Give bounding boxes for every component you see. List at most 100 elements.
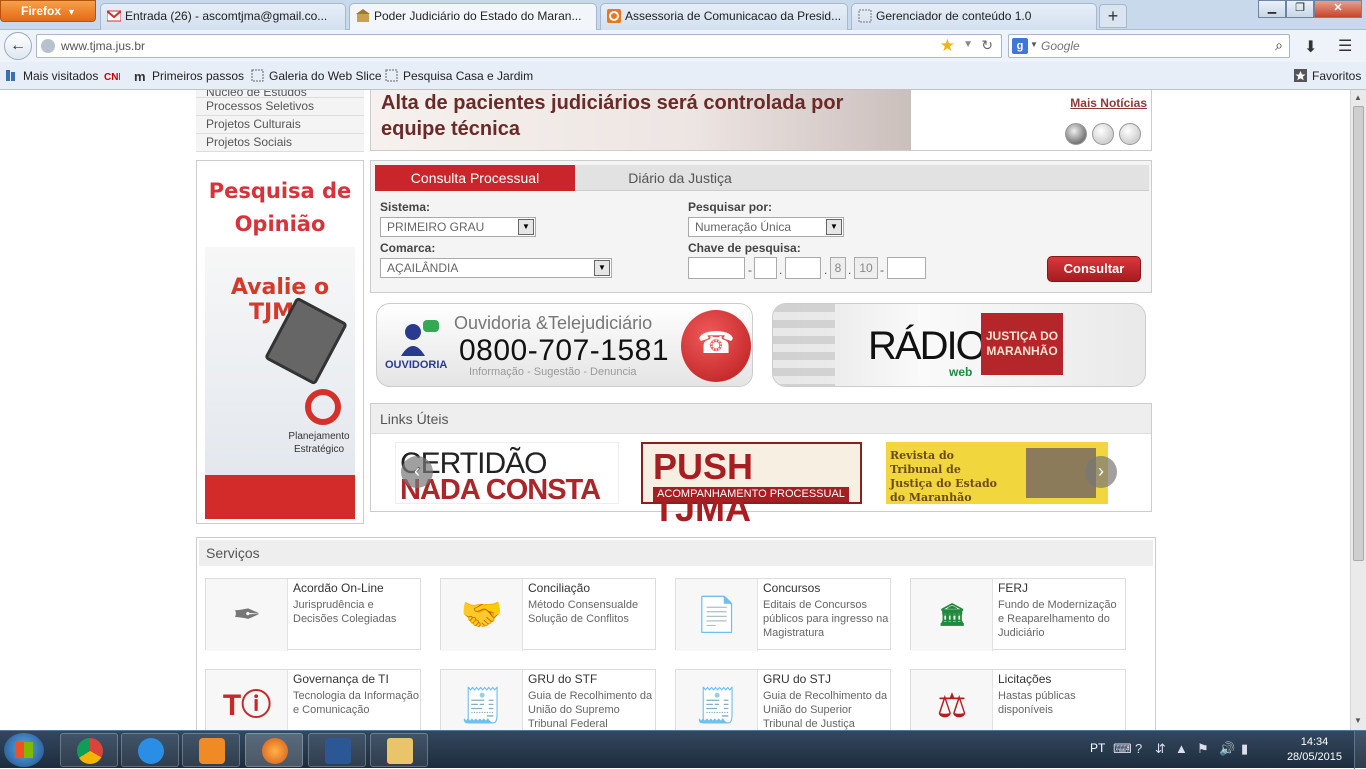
news-headline[interactable]: Alta de pacientes judiciários será contr… [381,90,911,142]
reload-icon[interactable]: ↻ [981,37,993,54]
download-icon[interactable]: ⬇ [1304,37,1317,57]
chevron-down-icon: ▼ [518,219,534,235]
engine-dropdown-icon[interactable]: ▼ [1030,40,1038,49]
sidebar-item-projetos-sociais[interactable]: Projetos Sociais [196,134,364,152]
globe-icon [41,39,55,53]
service-gru-stj[interactable]: 🧾 GRU do STJ Guia de Recolhimento da Uni… [675,669,891,730]
tab-tjma[interactable]: Poder Judiciário do Estado do Maran... [349,3,597,30]
comarca-select[interactable]: AÇAILÂNDIA ▼ [380,258,612,278]
url-dropdown-icon[interactable]: ▼ [963,39,973,50]
slider-dot-1[interactable] [1065,123,1087,145]
tab-assessoria[interactable]: Assessoria de Comunicacao da Presid... [600,3,848,30]
chave-field-2[interactable] [754,257,777,279]
back-button[interactable]: ← [4,32,32,60]
tab-diario-justica[interactable]: Diário da Justiça [575,165,785,191]
ouvidoria-banner[interactable]: OUVIDORIA Ouvidoria &Telejudiciário 0800… [376,303,753,387]
search-icon[interactable]: ⌕ [1275,37,1283,54]
new-tab-button[interactable]: + [1099,4,1127,28]
action-center-icon[interactable]: ⚑ [1197,741,1209,757]
scroll-down-icon[interactable]: ▼ [1354,716,1362,725]
service-concursos[interactable]: 📄 Concursos Editais de Concursos público… [675,578,891,651]
clock[interactable]: 14:34 28/05/2015 [1287,735,1342,765]
survey-title: Pesquisa de Opinião [208,179,352,236]
service-licitacoes[interactable]: ⚖ Licitações Hastas públicas disponíveis [910,669,1126,730]
close-window-button[interactable]: ✕ [1314,0,1362,18]
windows-logo-icon [15,742,33,758]
service-acordao[interactable]: ✒ Acordão On-Line Jurisprudência e Decis… [205,578,421,651]
sidebar-item-processos-seletivos[interactable]: Processos Seletivos [196,98,364,116]
push-subtitle: ACOMPANHAMENTO PROCESSUAL [653,487,849,502]
bookmark-mais-visitados[interactable]: Mais visitados [5,69,98,83]
url-text[interactable]: www.tjma.jus.br [61,39,145,53]
sidebar-item-nucleo[interactable]: Núcleo de Estudos [196,90,364,98]
pesquisar-por-select[interactable]: Numeração Única ▼ [688,217,844,237]
taskbar-ie[interactable] [121,733,179,767]
network-icon[interactable]: ▮ [1241,741,1248,757]
service-governanca-ti[interactable]: Tⓘ Governança de TI Tecnologia da Inform… [205,669,421,730]
help-icon[interactable]: ? [1135,741,1142,756]
office-icon [607,9,621,23]
sidebar-item-projetos-culturais[interactable]: Projetos Culturais [196,116,364,134]
consultar-button[interactable]: Consultar [1047,256,1141,282]
bookmark-star-icon[interactable]: ★ [940,36,955,56]
scroll-up-icon[interactable]: ▲ [1354,93,1362,102]
radio-web-text: web [949,365,973,379]
firefox-icon [262,738,288,764]
url-bar[interactable]: www.tjma.jus.br ★ ▼ ↻ [36,34,1002,58]
service-gru-stf[interactable]: 🧾 GRU do STF Guia de Recolhimento da Uni… [440,669,656,730]
planejamento-logo-icon [305,389,341,425]
taskbar-chrome[interactable] [60,733,118,767]
taskbar-media-player[interactable] [182,733,240,767]
sistema-select[interactable]: PRIMEIRO GRAU ▼ [380,217,536,237]
tray-expand-icon[interactable]: ⇵ [1155,741,1166,757]
language-indicator[interactable]: PT [1090,741,1105,755]
sistema-label: Sistema: [380,200,431,214]
volume-icon[interactable]: 🔊 [1219,741,1235,757]
chave-field-3[interactable] [785,257,821,279]
slider-dot-2[interactable] [1092,123,1114,145]
service-conciliacao[interactable]: 🤝 Conciliação Método Consensualde Soluçã… [440,578,656,651]
tab-gmail[interactable]: Entrada (26) - ascomtjma@gmail.co... [100,3,346,30]
comarca-label: Comarca: [380,241,436,255]
favorites-button[interactable]: Favoritos [1294,69,1361,83]
bookmark-cnn[interactable]: CNN [104,69,125,83]
more-news-link[interactable]: Mais Notícias [1070,96,1147,110]
tab-gerenciador[interactable]: Gerenciador de conteúdo 1.0 [851,3,1097,30]
tray-arrow-icon[interactable]: ▲ [1175,741,1188,756]
firefox-menu-button[interactable]: Firefox ▼ [0,0,96,22]
bookmark-pesquisa[interactable]: Pesquisa Casa e Jardim [385,69,533,83]
scrollbar-thumb[interactable] [1353,106,1364,561]
gmail-icon [107,10,121,22]
search-bar[interactable]: g ▼ ⌕ [1008,34,1290,58]
taskbar-firefox[interactable] [245,733,303,767]
chave-field-6[interactable] [887,257,926,279]
carousel-next-icon[interactable]: › [1085,456,1117,488]
keyboard-icon[interactable]: ⌨ [1113,741,1132,757]
slider-dot-3[interactable] [1119,123,1141,145]
taskbar-word[interactable] [308,733,366,767]
bookmark-primeiros-passos[interactable]: m Primeiros passos [134,69,244,83]
push-tjma-link[interactable]: PUSH TJMA ACOMPANHAMENTO PROCESSUAL [641,442,862,529]
opinion-survey-banner[interactable]: Pesquisa de Opinião Avalie o TJMA Planej… [196,160,364,524]
service-ferj[interactable]: 🏛 FERJ Fundo de Modernização e Reaparelh… [910,578,1126,651]
chave-field-1[interactable] [688,257,745,279]
favorites-star-icon [1294,69,1307,82]
vertical-scrollbar[interactable]: ▲ ▼ [1350,90,1366,730]
show-desktop-button[interactable] [1354,731,1366,769]
service-title: Licitações [998,672,1052,686]
bookmark-galeria[interactable]: Galeria do Web Slice [251,69,382,83]
search-input[interactable] [1041,38,1261,54]
start-button[interactable] [4,733,44,767]
taskbar-explorer[interactable] [370,733,428,767]
minimize-button[interactable]: ▁ [1258,0,1286,18]
radio-web-banner[interactable]: RÁDIO web JUSTIÇA DO MARANHÃO [772,303,1146,387]
news-image[interactable]: Alta de pacientes judiciários será contr… [371,90,911,150]
google-icon[interactable]: g [1012,38,1028,54]
revista-link[interactable]: Revista do Tribunal de Justiça do Estado… [886,442,1108,504]
media-player-icon [199,738,225,764]
maximize-button[interactable]: ❐ [1286,0,1314,18]
carousel-prev-icon[interactable]: ‹ [401,456,433,488]
chrome-icon [77,738,103,764]
tab-consulta-processual[interactable]: Consulta Processual [375,165,575,191]
menu-icon[interactable]: ☰ [1338,36,1352,56]
